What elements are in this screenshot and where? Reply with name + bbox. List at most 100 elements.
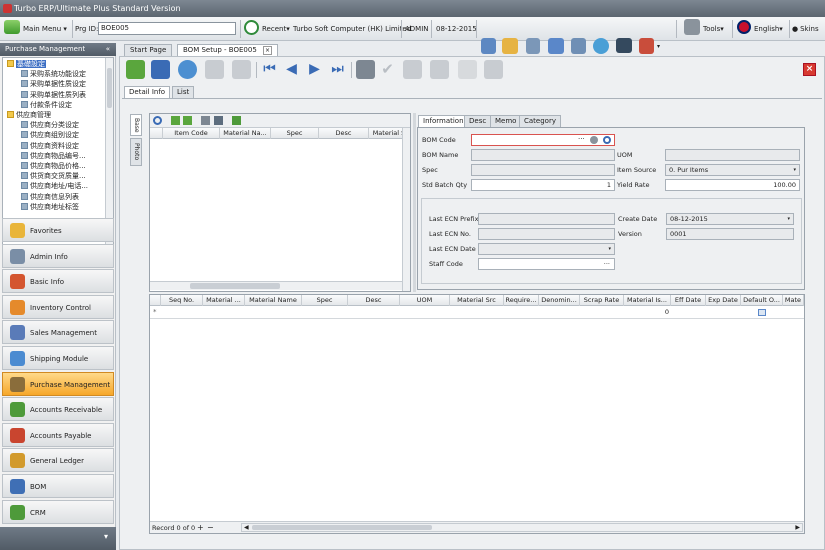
table-row[interactable]: * 0: [150, 306, 804, 319]
col-desc[interactable]: Desc: [319, 128, 369, 139]
tree-item[interactable]: 采购系统功能设定: [21, 69, 86, 79]
yield-rate-input[interactable]: 100.00: [665, 179, 800, 191]
col-material-code[interactable]: Material ...: [203, 295, 245, 306]
tree-item[interactable]: 供应商资料设定: [21, 141, 79, 151]
tree-item[interactable]: 付款条件设定: [21, 100, 72, 110]
print-icon[interactable]: [214, 116, 223, 125]
tree-item[interactable]: 采购单据性质设定: [21, 79, 86, 89]
version-input[interactable]: 0001: [666, 228, 794, 240]
create-date-input[interactable]: 08-12-2015 ▾: [666, 213, 794, 225]
bom-code-lookup-button[interactable]: ···: [578, 135, 585, 143]
panel-splitter[interactable]: [413, 113, 416, 292]
col-denominator[interactable]: Denomin...: [539, 295, 580, 306]
col-exp-date[interactable]: Exp Date: [706, 295, 741, 306]
module-accounts-receivable[interactable]: Accounts Receivable: [2, 397, 114, 422]
col-material-more[interactable]: Mate: [783, 295, 804, 306]
module-inventory-control[interactable]: Inventory Control: [2, 294, 114, 319]
close-tab-icon[interactable]: ×: [263, 46, 273, 55]
tab-bom-setup[interactable]: BOM Setup - BOE005 ×: [177, 44, 279, 56]
staff-code-input[interactable]: ···: [478, 258, 615, 270]
main-menu-button[interactable]: Main Menu ▾: [4, 17, 67, 41]
module-crm[interactable]: CRM: [2, 499, 114, 524]
last-ecn-no-input[interactable]: [478, 228, 615, 240]
tab-category[interactable]: Category: [519, 115, 561, 127]
more-modules-icon[interactable]: ▾: [104, 532, 108, 541]
next-record-icon[interactable]: ▶: [305, 60, 324, 79]
module-shipping-module[interactable]: Shipping Module: [2, 346, 114, 370]
col-material-src[interactable]: Material Src: [450, 295, 504, 306]
col-require[interactable]: Require...: [504, 295, 539, 306]
tab-information[interactable]: Information: [418, 115, 469, 127]
copy-icon[interactable]: [458, 60, 477, 79]
std-batch-qty-input[interactable]: 1: [471, 179, 615, 191]
clear-icon[interactable]: [430, 60, 449, 79]
close-form-button[interactable]: ×: [803, 63, 816, 76]
previous-record-icon[interactable]: ◀: [282, 60, 301, 79]
insert-row-icon[interactable]: [183, 116, 192, 125]
zoom-icon[interactable]: [153, 116, 162, 125]
tree-item[interactable]: 采购单据性质列表: [21, 90, 86, 100]
module-admin-info[interactable]: Admin Info: [2, 243, 114, 268]
tree-item[interactable]: 供应商地址标签: [21, 202, 79, 212]
bom-code-settings-icon[interactable]: [590, 136, 598, 144]
tree-item[interactable]: 供应商物品价格...: [21, 161, 86, 171]
tree-folder[interactable]: 供应商管理: [7, 110, 51, 120]
col-spec[interactable]: Spec: [302, 295, 348, 306]
new-icon[interactable]: [126, 60, 145, 79]
tab-desc[interactable]: Desc: [464, 115, 492, 127]
side-tab-base[interactable]: Base: [130, 114, 142, 136]
skins-button[interactable]: ● Skins: [792, 17, 819, 41]
search-icon[interactable]: [356, 60, 375, 79]
tab-memo[interactable]: Memo: [490, 115, 522, 127]
tree-item[interactable]: 供应商组别设定: [21, 130, 79, 140]
col-default-option[interactable]: Default O...: [741, 295, 783, 306]
remove-record-button[interactable]: −: [207, 522, 214, 533]
delete-icon[interactable]: [232, 60, 251, 79]
tab-list[interactable]: List: [172, 86, 195, 98]
collapse-panel-button[interactable]: «: [106, 43, 110, 56]
last-ecn-date-input[interactable]: ▾: [478, 243, 615, 255]
col-material-issue[interactable]: Material Is...: [624, 295, 671, 306]
module-favorites[interactable]: Favorites: [2, 218, 114, 242]
export-icon[interactable]: [232, 116, 241, 125]
col-item-code[interactable]: Item Code: [163, 128, 220, 139]
col-uom[interactable]: UOM: [400, 295, 450, 306]
tree-item[interactable]: 供应商分类设定: [21, 120, 79, 130]
tab-start-page[interactable]: Start Page: [124, 44, 173, 56]
tree-item[interactable]: 供货商交货质量...: [21, 171, 86, 181]
material-grid-hscroll[interactable]: ◀ ▶: [241, 523, 803, 532]
col-material-name[interactable]: Material Na...: [220, 128, 271, 139]
unapprove-icon[interactable]: [403, 60, 422, 79]
scroll-left-icon[interactable]: ◀: [244, 524, 249, 532]
item-grid-hscroll[interactable]: [150, 281, 402, 290]
col-eff-date[interactable]: Eff Date: [671, 295, 706, 306]
language-button[interactable]: English▾: [737, 17, 783, 41]
reload-icon[interactable]: [178, 60, 197, 79]
module-bom[interactable]: BOM: [2, 474, 114, 498]
find-icon[interactable]: [201, 116, 210, 125]
item-grid-vscroll[interactable]: [402, 128, 410, 291]
attachment-icon[interactable]: [484, 60, 503, 79]
spec-input[interactable]: [471, 164, 615, 176]
tree-item[interactable]: 供应商信息列表: [21, 192, 79, 202]
save-icon[interactable]: [151, 60, 170, 79]
tree-item[interactable]: 供应商物品编号...: [21, 151, 86, 161]
col-seq-no[interactable]: Seq No.: [161, 295, 203, 306]
first-record-icon[interactable]: ⏮: [260, 60, 279, 79]
approve-icon[interactable]: ✔: [378, 60, 397, 79]
bom-name-input[interactable]: [471, 149, 615, 161]
prg-id-input[interactable]: BOE005: [98, 22, 236, 35]
bom-code-search-icon[interactable]: [603, 136, 611, 144]
tab-detail-info[interactable]: Detail Info: [124, 86, 171, 98]
module-purchase-management[interactable]: Purchase Management: [2, 371, 114, 396]
module-basic-info[interactable]: Basic Info: [2, 269, 114, 294]
module-sales-management[interactable]: Sales Management: [2, 320, 114, 345]
tree-item[interactable]: 供应商地址/电话...: [21, 181, 88, 191]
tools-button[interactable]: Tools▾: [684, 17, 724, 41]
item-source-select[interactable]: 0. Pur Items ▾: [665, 164, 800, 176]
recent-button[interactable]: Recent▾: [244, 17, 290, 41]
last-record-icon[interactable]: ⏭: [328, 60, 347, 79]
col-spec[interactable]: Spec: [271, 128, 319, 139]
add-row-icon[interactable]: [171, 116, 180, 125]
col-material-name[interactable]: Material Name: [245, 295, 302, 306]
